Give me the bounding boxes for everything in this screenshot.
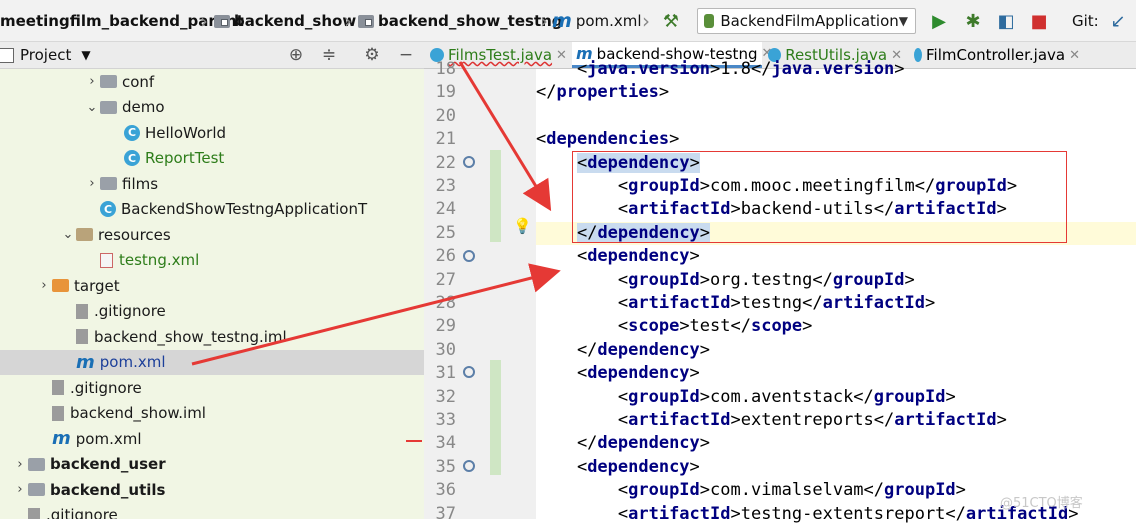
annotation-arrows: [191, 61, 561, 366]
arrow-to-dependency: [458, 61, 552, 212]
watermark: @51CTO博客: [1000, 496, 1083, 511]
arrow-to-editor: [191, 263, 561, 366]
